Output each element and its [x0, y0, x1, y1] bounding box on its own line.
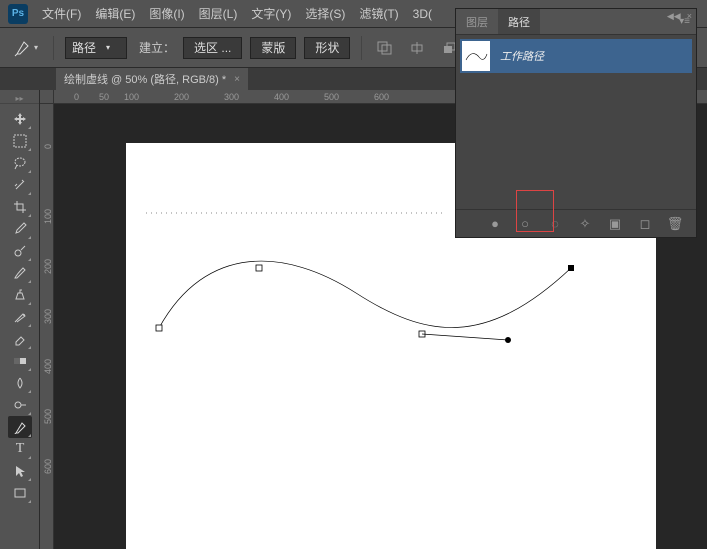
- stroke-path-icon[interactable]: ○: [516, 215, 534, 233]
- move-tool[interactable]: [8, 108, 32, 130]
- separator: [53, 36, 54, 60]
- ruler-tick: 300: [41, 309, 53, 324]
- document-tab[interactable]: 绘制虚线 @ 50% (路径, RGB/8) * ×: [56, 68, 248, 90]
- ruler-origin[interactable]: [40, 90, 54, 104]
- toolbox: ▸▸ T: [0, 90, 40, 549]
- pen-tool[interactable]: [8, 416, 32, 438]
- ruler-tick: 50: [99, 92, 109, 102]
- blur-tool[interactable]: [8, 372, 32, 394]
- tool-mode-label: 路径: [72, 39, 96, 56]
- ruler-tick: 0: [74, 92, 79, 102]
- menu-file[interactable]: 文件(F): [42, 5, 81, 22]
- path-align-icon[interactable]: [405, 37, 429, 59]
- menu-layer[interactable]: 图层(L): [199, 5, 238, 22]
- panel-tab-paths[interactable]: 路径: [498, 9, 540, 34]
- ruler-tick: 500: [41, 409, 53, 424]
- close-tab-icon[interactable]: ×: [234, 74, 240, 85]
- make-workpath-icon[interactable]: ✧: [576, 215, 594, 233]
- ruler-tick: 100: [41, 209, 53, 224]
- lasso-tool[interactable]: [8, 152, 32, 174]
- ruler-tick: 200: [174, 92, 189, 102]
- menu-filter[interactable]: 滤镜(T): [359, 5, 398, 22]
- panel-collapse-icon[interactable]: ◀◀: [667, 11, 681, 22]
- chevron-down-icon: ▾: [106, 43, 110, 52]
- path-thumbnail: [462, 41, 490, 71]
- ruler-tick: 400: [274, 92, 289, 102]
- ruler-tick: 500: [324, 92, 339, 102]
- marquee-tool[interactable]: [8, 130, 32, 152]
- paths-panel[interactable]: ◀◀ × 图层 路径 ▾≡ 工作路径 ● ○ ◌ ✧ ▣ ◻ 🗑: [455, 8, 697, 238]
- eyedropper-tool[interactable]: [8, 218, 32, 240]
- current-tool-pen-icon[interactable]: ▾: [14, 37, 42, 59]
- tool-mode-dropdown[interactable]: 路径 ▾: [65, 37, 127, 59]
- panel-tabs: 图层 路径 ▾≡: [456, 9, 696, 35]
- gradient-tool[interactable]: [8, 350, 32, 372]
- dodge-tool[interactable]: [8, 394, 32, 416]
- load-selection-icon[interactable]: ◌: [546, 215, 564, 233]
- path-item-work-path[interactable]: 工作路径: [460, 39, 692, 73]
- healing-brush-tool[interactable]: [8, 240, 32, 262]
- panel-tab-layers[interactable]: 图层: [456, 9, 498, 34]
- ruler-tick: 300: [224, 92, 239, 102]
- brush-tool[interactable]: [8, 262, 32, 284]
- menu-type[interactable]: 文字(Y): [251, 5, 291, 22]
- menu-edit[interactable]: 编辑(E): [95, 5, 135, 22]
- path-op-combine-icon[interactable]: [373, 37, 397, 59]
- panel-close-icon[interactable]: ×: [687, 11, 692, 22]
- panel-footer: ● ○ ◌ ✧ ▣ ◻ 🗑: [456, 209, 696, 237]
- clone-stamp-tool[interactable]: [8, 284, 32, 306]
- path-selection-tool[interactable]: [8, 460, 32, 482]
- make-selection-button[interactable]: 选区 ...: [183, 37, 242, 59]
- build-label: 建立：: [139, 39, 175, 56]
- ruler-tick: 400: [41, 359, 53, 374]
- fill-path-icon[interactable]: ●: [486, 215, 504, 233]
- paths-list[interactable]: 工作路径: [456, 35, 696, 209]
- magic-wand-tool[interactable]: [8, 174, 32, 196]
- delete-path-icon[interactable]: 🗑: [666, 215, 684, 233]
- path-name: 工作路径: [500, 48, 544, 64]
- ruler-tick: 600: [374, 92, 389, 102]
- ruler-tick: 200: [41, 259, 53, 274]
- separator: [361, 36, 362, 60]
- document-title: 绘制虚线 @ 50% (路径, RGB/8) *: [64, 71, 226, 87]
- make-mask-button[interactable]: 蒙版: [250, 37, 296, 59]
- ruler-tick: 0: [41, 144, 53, 149]
- new-path-mask-icon[interactable]: ▣: [606, 215, 624, 233]
- rectangle-tool[interactable]: [8, 482, 32, 504]
- menu-3d[interactable]: 3D(: [413, 7, 432, 21]
- eraser-tool[interactable]: [8, 328, 32, 350]
- ruler-tick: 100: [124, 92, 139, 102]
- new-path-icon[interactable]: ◻: [636, 215, 654, 233]
- make-shape-button[interactable]: 形状: [304, 37, 350, 59]
- crop-tool[interactable]: [8, 196, 32, 218]
- menu-image[interactable]: 图像(I): [149, 5, 184, 22]
- type-tool[interactable]: T: [8, 438, 32, 460]
- toolbox-expand[interactable]: ▸▸: [0, 94, 39, 104]
- menu-select[interactable]: 选择(S): [305, 5, 345, 22]
- ruler-tick: 600: [41, 459, 53, 474]
- chevron-down-icon: ▾: [34, 43, 38, 52]
- vertical-ruler[interactable]: 0 100 200 300 400 500 600: [40, 104, 54, 549]
- app-logo: Ps: [8, 4, 28, 24]
- history-brush-tool[interactable]: [8, 306, 32, 328]
